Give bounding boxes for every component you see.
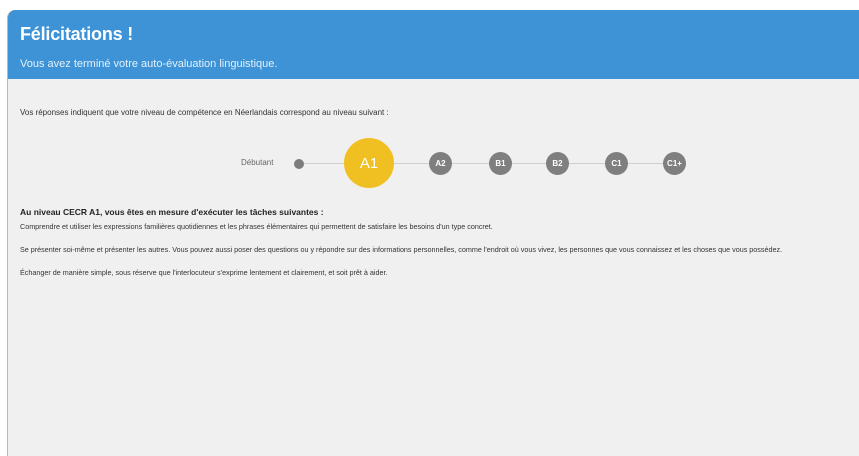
level-scale: Débutant A1 A2 B1 B2 C1 C1+ — [8, 135, 859, 191]
result-card: Félicitations ! Vous avez terminé votre … — [7, 10, 859, 456]
description-title: Au niveau CECR A1, vous êtes en mesure d… — [20, 207, 324, 217]
start-dot — [294, 159, 304, 169]
level-b1-badge: B1 — [489, 152, 512, 175]
page-title: Félicitations ! — [20, 24, 134, 44]
description-item: Échanger de manière simple, sous réserve… — [20, 268, 388, 277]
description-item: Comprendre et utiliser les expressions f… — [20, 222, 493, 231]
start-label: Débutant — [241, 158, 274, 167]
level-c1-badge: C1 — [605, 152, 628, 175]
description-item: Se présenter soi-même et présenter les a… — [20, 245, 783, 254]
level-a1-badge: A1 — [344, 138, 394, 188]
page-subtitle: Vous avez terminé votre auto-évaluation … — [20, 58, 278, 70]
level-a2-badge: A2 — [429, 152, 452, 175]
level-c1plus-badge: C1+ — [663, 152, 686, 175]
intro-text: Vos réponses indiquent que votre niveau … — [20, 108, 389, 117]
congratulations-header: Félicitations ! Vous avez terminé votre … — [8, 10, 859, 79]
level-b2-badge: B2 — [546, 152, 569, 175]
